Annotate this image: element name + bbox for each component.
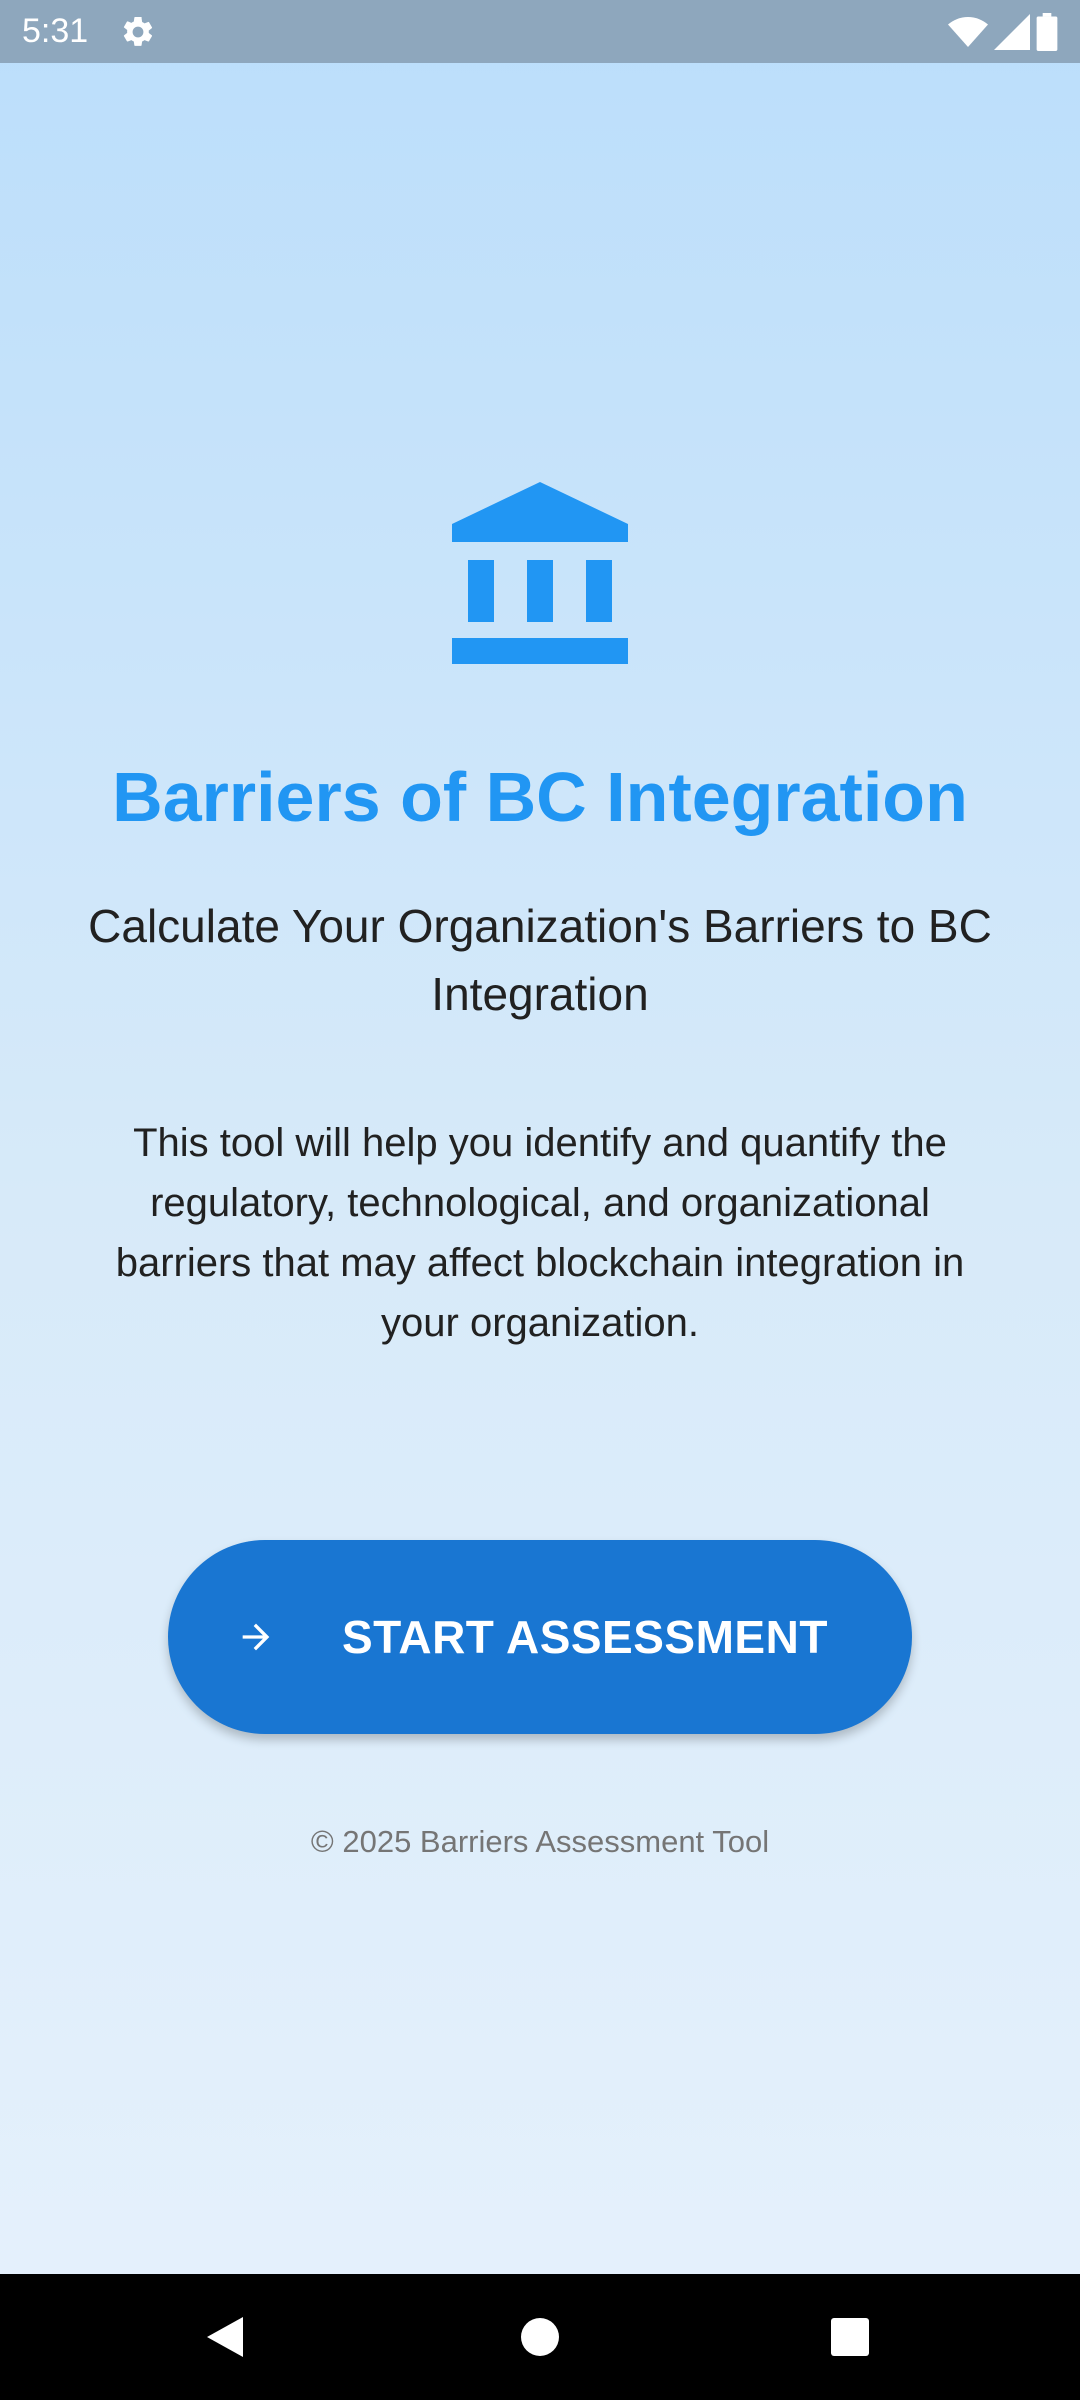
- battery-icon: [1036, 13, 1058, 51]
- cellular-signal-icon: [994, 14, 1030, 50]
- copyright-footer: © 2025 Barriers Assessment Tool: [310, 1824, 770, 1859]
- start-assessment-label: START ASSESSMENT: [342, 1611, 828, 1663]
- page-subtitle: Calculate Your Organization's Barriers t…: [88, 900, 992, 1020]
- status-bar: 5:31: [0, 0, 1080, 63]
- tool-description: This tool will help you identify and qua…: [115, 1121, 965, 1345]
- arrow-forward-icon: [242, 1623, 270, 1651]
- wifi-icon: [948, 17, 988, 47]
- bank-building-icon: [452, 482, 628, 664]
- home-icon[interactable]: [510, 2307, 570, 2367]
- start-assessment-button[interactable]: START ASSESSMENT: [168, 1540, 912, 1734]
- recent-apps-icon[interactable]: [820, 2307, 880, 2367]
- page-title: Barriers of BC Integration: [112, 758, 968, 836]
- status-time: 5:31: [22, 12, 89, 50]
- settings-gear-icon: [123, 16, 153, 46]
- back-icon[interactable]: [195, 2307, 255, 2367]
- system-navigation-bar: [0, 2274, 1080, 2400]
- status-icons: [948, 12, 1058, 52]
- app-screen: 5:31 Barriers of BC Integration Calculat…: [0, 0, 1080, 2400]
